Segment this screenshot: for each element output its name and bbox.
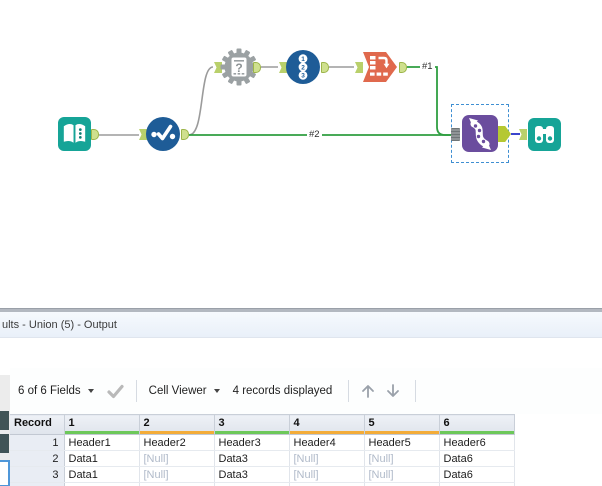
results-toolbar: 6 of 6 Fields Cell Viewer 4 records disp… <box>10 368 602 414</box>
table-cell[interactable]: [Null] <box>289 466 365 483</box>
data-quality-bar <box>64 431 139 434</box>
union-tool[interactable] <box>462 115 498 152</box>
table-cell[interactable]: Header5 <box>364 434 440 451</box>
table-cell[interactable]: Header6 <box>439 434 515 451</box>
table-cell[interactable]: Data1 <box>64 466 140 483</box>
apply-check-icon[interactable] <box>106 384 124 399</box>
dropdown-caret-icon[interactable] <box>213 389 220 393</box>
results-view-button[interactable] <box>0 434 9 453</box>
union-multi-input-anchor[interactable] <box>451 128 460 141</box>
open-book-icon <box>58 124 91 155</box>
record-number-cell[interactable]: 4 <box>10 482 65 486</box>
column-header[interactable]: 2 <box>139 414 215 435</box>
alteryx-window: #1 #2 ? 1 2 3 ults - Union (5) - Output … <box>0 0 602 486</box>
table-cell[interactable]: Data6 <box>439 450 515 467</box>
results-panel-title: ults - Union (5) - Output <box>0 312 602 338</box>
column-header[interactable]: 5 <box>364 414 440 435</box>
table-cell[interactable]: Data3 <box>214 482 290 486</box>
toolbar-separator <box>415 380 417 402</box>
table-cell[interactable]: Header3 <box>214 434 290 451</box>
zipper-dna-icon <box>462 118 498 156</box>
records-displayed-status: 4 records displayed <box>232 385 333 397</box>
results-panel-body: 6 of 6 Fields Cell Viewer 4 records disp… <box>0 338 602 486</box>
table-cell[interactable]: [Null] <box>364 450 440 467</box>
table-cell[interactable]: [Null] <box>139 482 215 486</box>
results-view-button-active[interactable] <box>0 460 10 486</box>
transpose-tool[interactable] <box>360 47 400 87</box>
browse-tool[interactable] <box>528 118 561 151</box>
table-row: 4 Data1 [Null] Data3 [Null] [Null] Data6 <box>10 482 515 486</box>
data-quality-bar <box>139 431 214 434</box>
toolbar-separator <box>348 380 350 402</box>
table-row: 1 Header1 Header2 Header3 Header4 Header… <box>10 434 515 451</box>
cell-viewer-dropdown[interactable]: Cell Viewer <box>149 385 207 397</box>
text-input-tool[interactable] <box>58 117 91 151</box>
record-number-cell[interactable]: 3 <box>10 466 65 483</box>
column-header[interactable]: 3 <box>214 414 290 435</box>
up-arrow-icon[interactable] <box>360 383 376 399</box>
numbered-circles-123-icon: 1 2 3 <box>286 54 320 88</box>
column-header[interactable]: 1 <box>64 414 140 435</box>
table-cell[interactable]: Header4 <box>289 434 365 451</box>
record-number-cell[interactable]: 2 <box>10 450 65 467</box>
table-cell[interactable]: [Null] <box>364 466 440 483</box>
data-quality-bar <box>439 431 514 434</box>
dropdown-caret-icon[interactable] <box>87 389 94 393</box>
gear-question-icon: ? <box>220 48 258 90</box>
table-header-row: Record 1 2 3 4 5 6 <box>10 414 515 435</box>
fields-dropdown[interactable]: 6 of 6 Fields <box>18 385 81 397</box>
table-row: 2 Data1 [Null] Data3 [Null] [Null] Data6 <box>10 450 515 467</box>
table-cell[interactable]: [Null] <box>289 482 365 486</box>
check-tool[interactable] <box>146 117 180 151</box>
connection-transpose-union[interactable] <box>407 66 451 136</box>
list-rotate-arrow-icon <box>360 52 400 91</box>
data-quality-bar <box>214 431 289 434</box>
table-cell[interactable]: [Null] <box>364 482 440 486</box>
svg-text:?: ? <box>235 61 242 75</box>
table-cell[interactable]: Data6 <box>439 466 515 483</box>
record-number-cell[interactable]: 1 <box>10 434 65 451</box>
table-cell[interactable]: [Null] <box>289 450 365 467</box>
binoculars-icon <box>528 126 561 155</box>
results-panel: ults - Union (5) - Output 6 of 6 Fields … <box>0 308 602 486</box>
numbered-tool[interactable]: 1 2 3 <box>286 50 320 84</box>
svg-text:2: 2 <box>301 64 305 71</box>
table-cell[interactable]: Header1 <box>64 434 140 451</box>
table-cell[interactable]: Data1 <box>64 482 140 486</box>
connection-label-2: #2 <box>307 129 322 140</box>
table-cell[interactable]: Header2 <box>139 434 215 451</box>
workflow-canvas[interactable]: #1 #2 ? 1 2 3 <box>0 0 602 308</box>
table-row: 3 Data1 [Null] Data3 [Null] [Null] Data6 <box>10 466 515 483</box>
dots-check-icon <box>146 124 180 155</box>
table-cell[interactable]: [Null] <box>139 450 215 467</box>
column-header-record[interactable]: Record <box>10 414 65 435</box>
table-cell[interactable]: Data3 <box>214 466 290 483</box>
table-cell[interactable]: Data6 <box>439 482 515 486</box>
svg-text:3: 3 <box>301 73 305 80</box>
data-quality-bar <box>364 431 439 434</box>
table-cell[interactable]: Data3 <box>214 450 290 467</box>
column-header[interactable]: 4 <box>289 414 365 435</box>
results-view-button[interactable] <box>0 411 9 430</box>
table-cell[interactable]: [Null] <box>139 466 215 483</box>
svg-text:1: 1 <box>301 56 305 63</box>
table-cell[interactable]: Data1 <box>64 450 140 467</box>
results-left-toolbar <box>0 375 10 486</box>
data-quality-bar <box>289 431 364 434</box>
column-header[interactable]: 6 <box>439 414 515 435</box>
toolbar-separator <box>135 380 137 402</box>
down-arrow-icon[interactable] <box>385 383 401 399</box>
connection-check-macro[interactable] <box>188 66 214 136</box>
connection-label-1: #1 <box>420 61 435 72</box>
results-table: Record 1 2 3 4 5 6 1 Header1 Header2 Hea… <box>10 414 515 486</box>
